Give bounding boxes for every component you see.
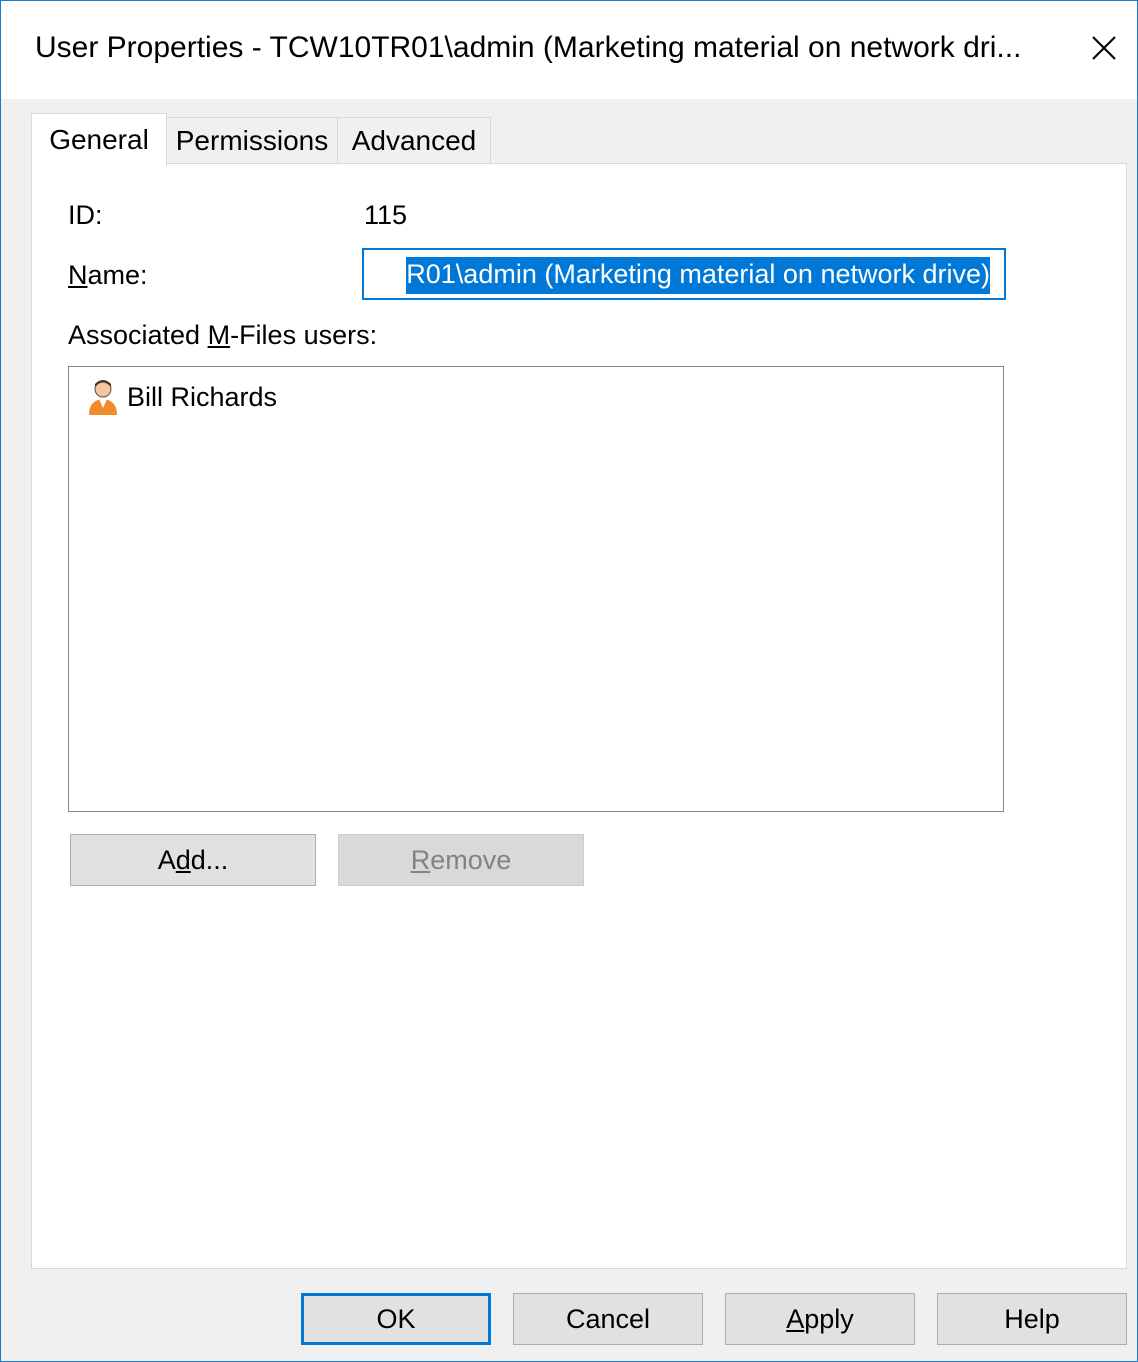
user-icon bbox=[89, 380, 117, 415]
window-title: User Properties - TCW10TR01\admin (Marke… bbox=[35, 31, 1022, 64]
list-item[interactable]: Bill Richards bbox=[87, 377, 277, 417]
remove-button[interactable]: Remove bbox=[338, 834, 584, 886]
tab-permissions-label: Permissions bbox=[175, 125, 329, 156]
general-tab-panel: ID: 115 Name: R01\admin (Marketing mater… bbox=[31, 163, 1127, 1269]
add-button[interactable]: Ad d... bbox=[70, 834, 316, 886]
tab-advanced[interactable]: Advanced bbox=[337, 117, 491, 164]
tab-general-label: General bbox=[49, 124, 149, 155]
cancel-button[interactable]: Cancel bbox=[513, 1293, 703, 1345]
tab-general[interactable]: General bbox=[31, 113, 167, 166]
help-button[interactable]: Help bbox=[937, 1293, 1127, 1345]
id-label: ID: bbox=[68, 200, 103, 230]
tab-advanced-label: Advanced bbox=[351, 125, 477, 156]
close-icon bbox=[1092, 36, 1116, 60]
id-value: 115 bbox=[364, 200, 408, 230]
name-label: Name: bbox=[68, 260, 148, 290]
associated-users-list[interactable]: Bill Richards bbox=[68, 366, 1004, 812]
user-name: Bill Richards bbox=[127, 381, 278, 412]
apply-button[interactable]: Apply bbox=[725, 1293, 915, 1345]
title-bar[interactable]: User Properties - TCW10TR01\admin (Marke… bbox=[1, 1, 1137, 99]
tab-permissions[interactable]: Permissions bbox=[165, 117, 339, 164]
associated-users-label: Associated M-Files users: bbox=[68, 320, 378, 350]
ok-button[interactable]: OK bbox=[301, 1293, 491, 1345]
close-button[interactable] bbox=[1083, 29, 1125, 69]
name-input[interactable]: R01\admin (Marketing material on network… bbox=[362, 248, 1006, 300]
tab-strip: General Permissions Advanced bbox=[31, 113, 1131, 166]
name-input-value: R01\admin (Marketing material on network… bbox=[406, 257, 990, 294]
user-properties-dialog: User Properties - TCW10TR01\admin (Marke… bbox=[0, 0, 1138, 1362]
